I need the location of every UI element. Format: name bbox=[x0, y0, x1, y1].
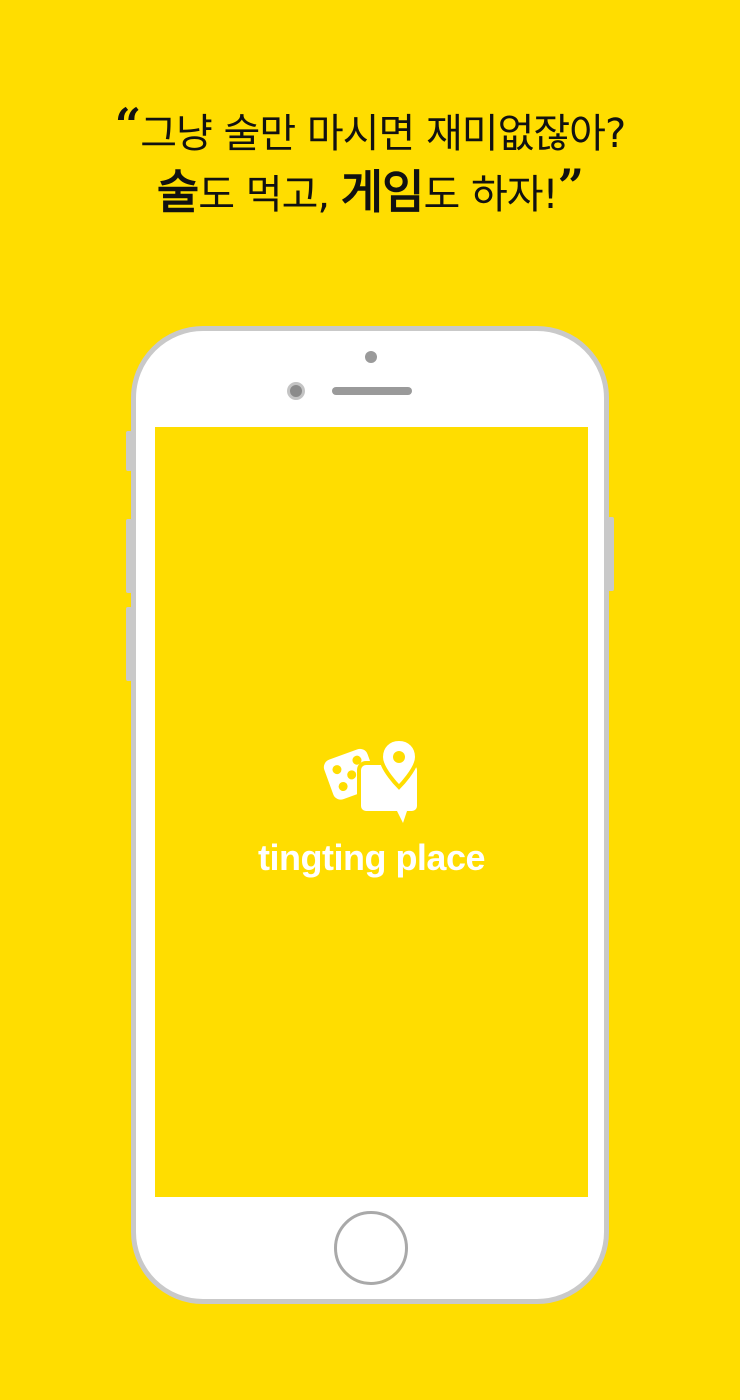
headline-emphasis-drink: 술 bbox=[156, 165, 199, 219]
app-splash-screen: tingting place bbox=[155, 427, 588, 1197]
dice-chat-location-icon bbox=[323, 736, 421, 823]
close-quote: ” bbox=[557, 159, 584, 213]
home-button bbox=[334, 1211, 408, 1285]
volume-up-button bbox=[126, 519, 132, 593]
headline-line-1: “그냥 술만 마시면 재미없잖아? bbox=[0, 102, 740, 162]
proximity-sensor bbox=[365, 351, 377, 363]
headline-line-1-text: 그냥 술만 마시면 재미없잖아? bbox=[140, 111, 626, 157]
volume-down-button bbox=[126, 607, 132, 681]
earpiece-speaker bbox=[332, 387, 412, 395]
headline-text-a: 도 먹고, bbox=[198, 172, 341, 218]
headline-line-2: 술도 먹고, 게임도 하자!” bbox=[0, 162, 740, 225]
open-quote: “ bbox=[114, 98, 141, 152]
phone-mockup: tingting place bbox=[126, 326, 614, 1304]
power-button bbox=[608, 517, 614, 591]
brand-name: tingting place bbox=[258, 837, 486, 878]
promo-headline: “그냥 술만 마시면 재미없잖아? 술도 먹고, 게임도 하자!” bbox=[0, 102, 740, 225]
mute-switch bbox=[126, 431, 132, 471]
front-camera-icon bbox=[287, 382, 305, 400]
headline-text-b: 도 하자! bbox=[423, 172, 558, 218]
headline-emphasis-game: 게임 bbox=[340, 165, 425, 219]
